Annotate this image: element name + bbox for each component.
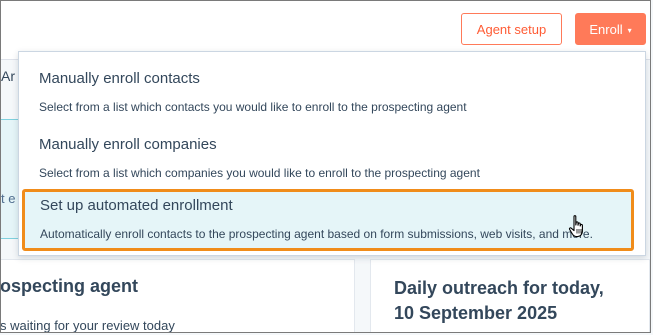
background-fragment-text: Ar — [1, 68, 15, 84]
background-fragment-text-2: t e — [1, 191, 16, 206]
agent-setup-button[interactable]: Agent setup — [461, 13, 562, 45]
prospecting-agent-card-subtitle: s waiting for your review today — [0, 318, 175, 333]
menu-item-enroll-contacts[interactable]: Manually enroll contacts Select from a l… — [19, 62, 645, 124]
menu-item-title: Set up automated enrollment — [40, 197, 233, 214]
enroll-button[interactable]: Enroll ▾ — [575, 13, 646, 45]
daily-outreach-title-line1: Daily outreach for today, — [394, 278, 604, 298]
chevron-down-icon: ▾ — [627, 25, 632, 35]
menu-item-title: Manually enroll contacts — [39, 70, 200, 87]
daily-outreach-title-line2: 10 September 2025 — [394, 303, 558, 323]
menu-item-description: Automatically enroll contacts to the pro… — [40, 227, 593, 241]
daily-outreach-card: Daily outreach for today, 10 September 2… — [370, 259, 650, 332]
app-window: Agent setup Enroll ▾ Ar t e ospecting ag… — [0, 0, 651, 333]
menu-item-description: Select from a list which contacts you wo… — [39, 100, 467, 114]
prospecting-agent-card-title: ospecting agent — [0, 276, 139, 296]
menu-item-description: Select from a list which companies you w… — [39, 166, 480, 180]
menu-item-enroll-companies[interactable]: Manually enroll companies Select from a … — [19, 128, 645, 190]
menu-item-automated-enrollment[interactable]: Set up automated enrollment Automaticall… — [22, 189, 634, 251]
daily-outreach-card-title: Daily outreach for today, 10 September 2… — [394, 276, 644, 326]
enroll-dropdown-menu: Manually enroll contacts Select from a l… — [18, 51, 646, 256]
menu-item-title: Manually enroll companies — [39, 136, 217, 153]
agent-setup-label: Agent setup — [476, 21, 547, 37]
prospecting-agent-card: ospecting agent s waiting for your revie… — [0, 259, 355, 333]
hand-pointer-icon — [568, 215, 583, 238]
enroll-label: Enroll — [589, 21, 623, 37]
